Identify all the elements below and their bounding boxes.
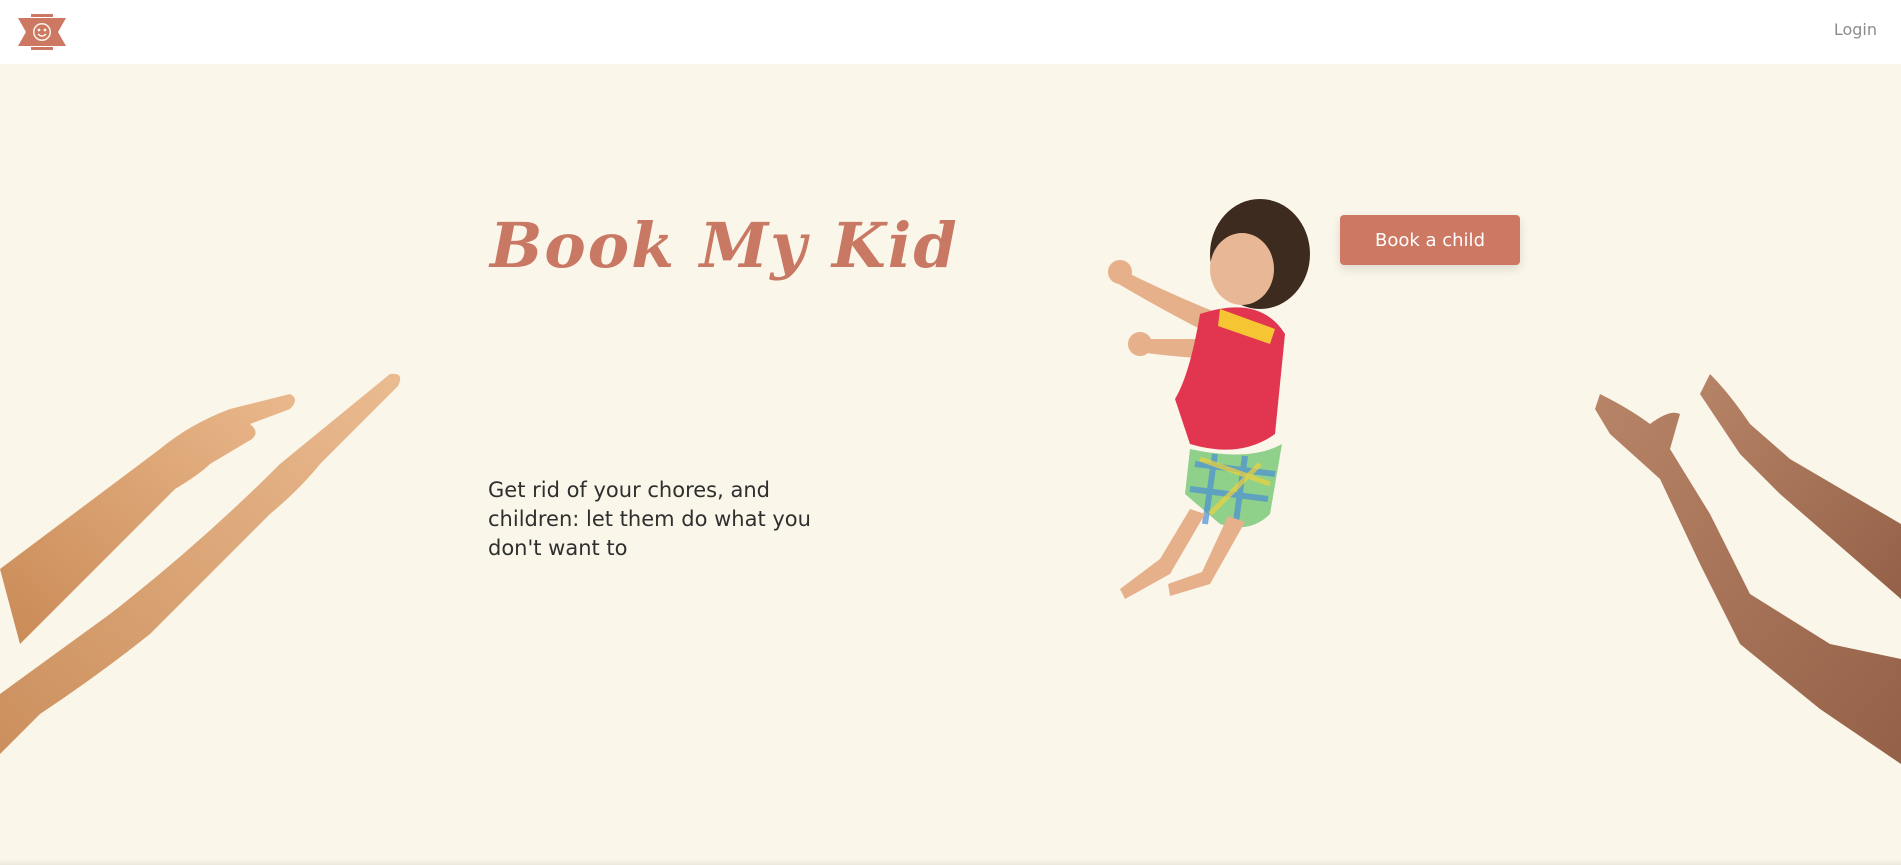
brand-title: Book My Kid: [490, 209, 959, 282]
book-a-child-button[interactable]: Book a child: [1340, 215, 1520, 265]
hero-section: Book My Kid Get rid of your chores, and …: [0, 64, 1901, 865]
section-divider: [0, 859, 1901, 865]
reaching-arms-right-image: [1595, 374, 1901, 764]
jumping-child-image: [1108, 199, 1310, 599]
reaching-arms-left-image: [0, 373, 401, 754]
logo-icon[interactable]: [18, 12, 66, 52]
top-navbar: Login: [0, 0, 1901, 64]
login-link[interactable]: Login: [1834, 20, 1877, 39]
hero-tagline: Get rid of your chores, and children: le…: [488, 478, 811, 560]
